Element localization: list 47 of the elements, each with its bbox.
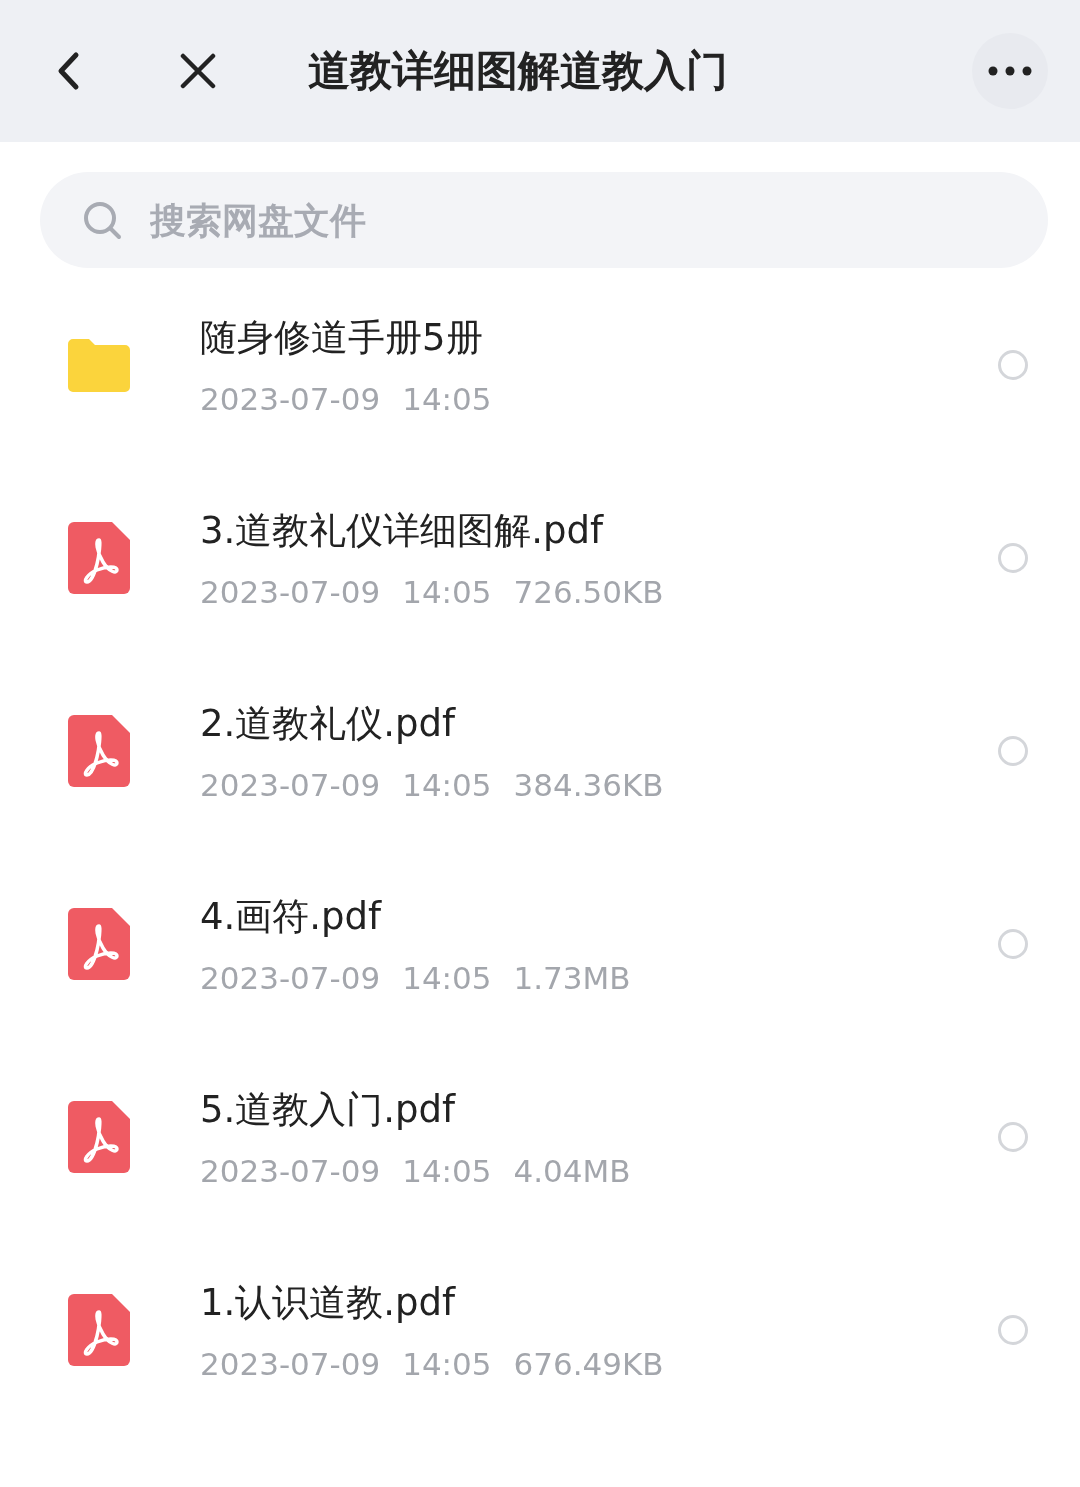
file-size: 1.73MB: [513, 959, 631, 996]
file-size: 676.49KB: [513, 1345, 664, 1382]
pdf-icon: [68, 714, 130, 787]
file-time: 14:05: [402, 766, 492, 803]
select-radio[interactable]: [998, 1121, 1028, 1152]
file-size: 4.04MB: [513, 1152, 631, 1189]
file-date: 2023-07-09: [200, 380, 381, 417]
file-time: 14:05: [402, 380, 492, 417]
file-size: 384.36KB: [513, 766, 664, 803]
file-row[interactable]: 1.认识道教.pdf 2023-07-09 14:05 676.49KB: [0, 1233, 1080, 1426]
file-date: 2023-07-09: [200, 573, 381, 610]
file-name: 5.道教入门.pdf: [200, 1086, 457, 1133]
file-row[interactable]: 随身修道手册5册 2023-07-09 14:05: [0, 268, 1080, 461]
select-radio[interactable]: [998, 349, 1028, 380]
select-radio[interactable]: [998, 1314, 1028, 1345]
window-title: 道教详细图解道教入门: [308, 45, 729, 97]
close-icon: [180, 53, 216, 89]
file-time: 14:05: [402, 573, 492, 610]
file-date: 2023-07-09: [200, 1345, 381, 1382]
file-time: 14:05: [402, 959, 492, 996]
back-icon: [56, 51, 80, 91]
search-icon: [82, 200, 122, 240]
file-name: 3.道教礼仪详细图解.pdf: [200, 507, 605, 554]
file-name: 2.道教礼仪.pdf: [200, 700, 457, 747]
file-time: 14:05: [402, 1345, 492, 1382]
file-name: 1.认识道教.pdf: [200, 1279, 457, 1326]
folder-icon: [68, 337, 130, 392]
file-date: 2023-07-09: [200, 1152, 381, 1189]
pdf-icon: [68, 1293, 130, 1366]
pdf-icon: [68, 907, 130, 980]
file-name: 4.画符.pdf: [200, 893, 383, 940]
file-size: 726.50KB: [513, 573, 664, 610]
file-row[interactable]: 2.道教礼仪.pdf 2023-07-09 14:05 384.36KB: [0, 654, 1080, 847]
file-row[interactable]: 5.道教入门.pdf 2023-07-09 14:05 4.04MB: [0, 1040, 1080, 1233]
pdf-icon: [68, 521, 130, 594]
file-time: 14:05: [402, 1152, 492, 1189]
close-button[interactable]: [178, 51, 218, 91]
more-icon: [988, 66, 1032, 76]
select-radio[interactable]: [998, 928, 1028, 959]
file-name: 随身修道手册5册: [200, 314, 484, 361]
select-radio[interactable]: [998, 542, 1028, 573]
select-radio[interactable]: [998, 735, 1028, 766]
pdf-icon: [68, 1100, 130, 1173]
file-date: 2023-07-09: [200, 959, 381, 996]
file-row[interactable]: 3.道教礼仪详细图解.pdf 2023-07-09 14:05 726.50KB: [0, 461, 1080, 654]
file-row[interactable]: 4.画符.pdf 2023-07-09 14:05 1.73MB: [0, 847, 1080, 1040]
file-date: 2023-07-09: [200, 766, 381, 803]
